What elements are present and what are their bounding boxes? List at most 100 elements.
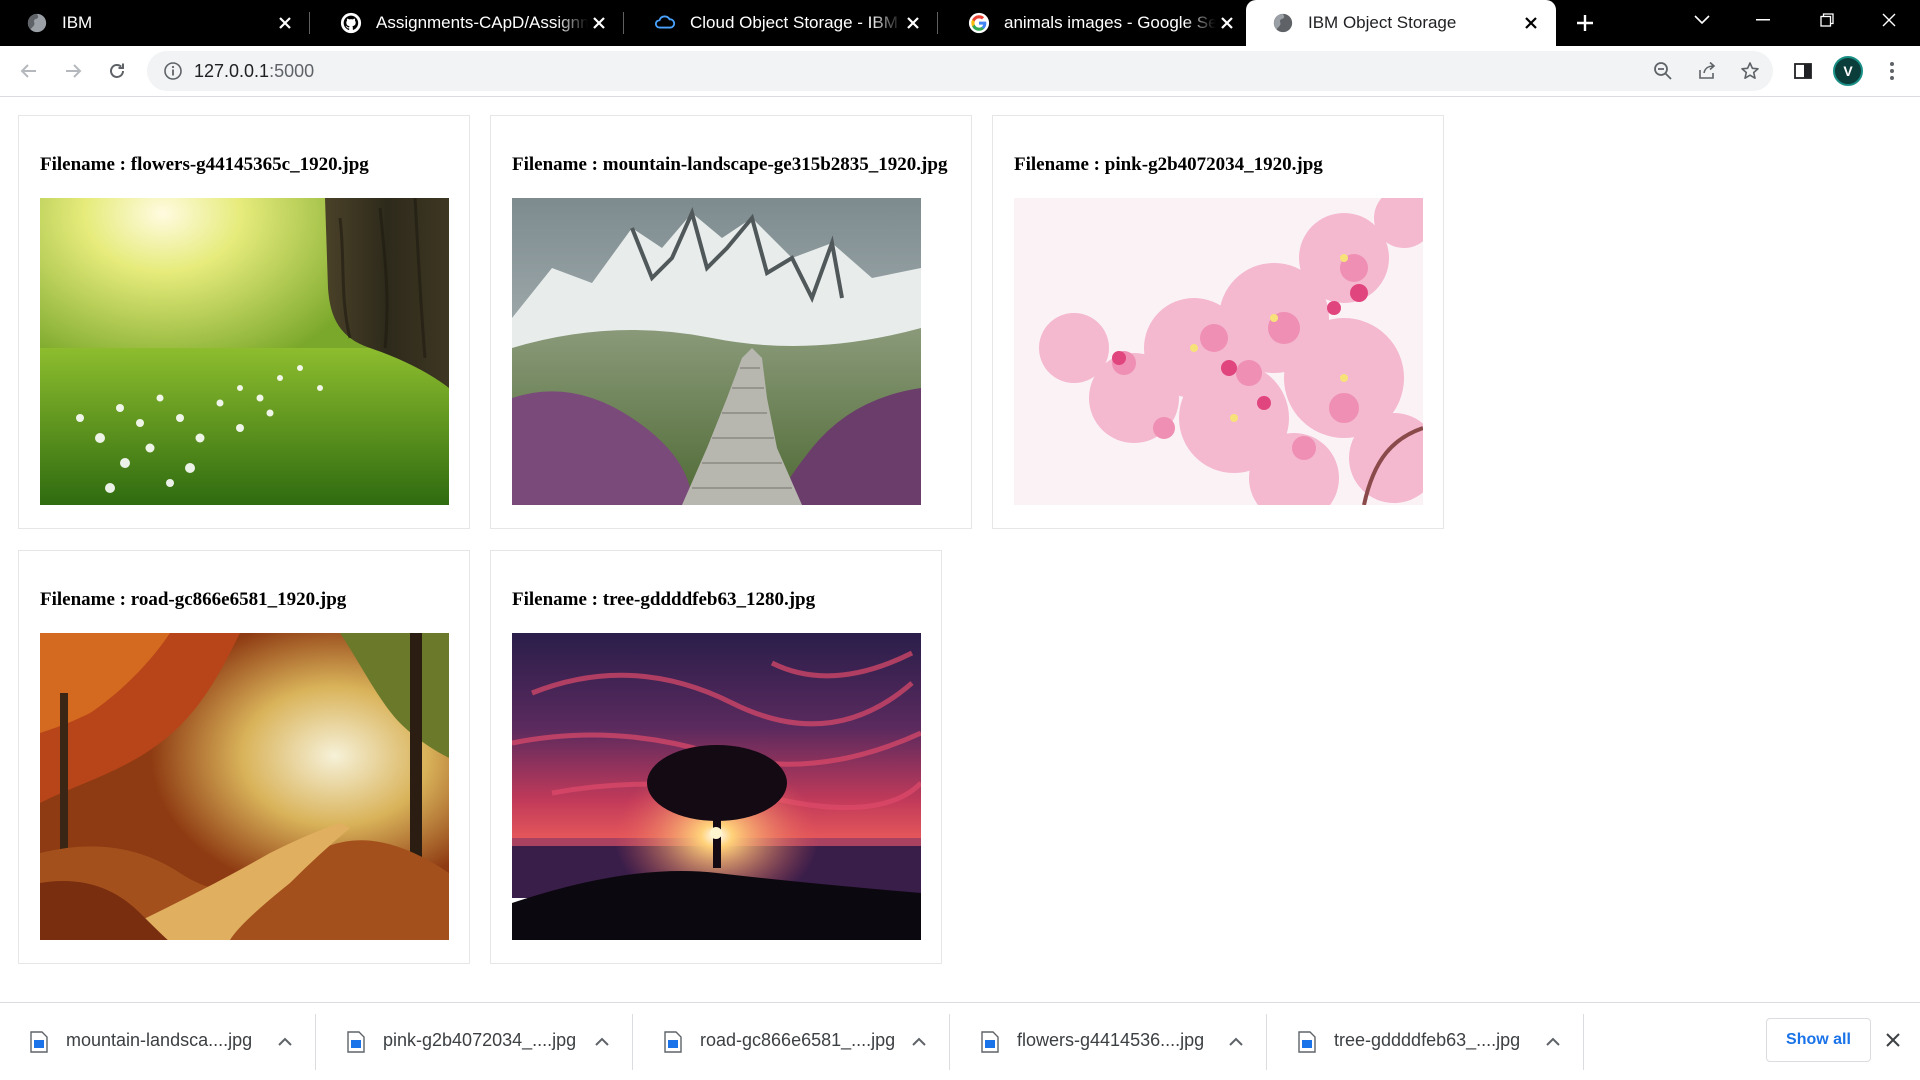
filename-value: pink-g2b4072034_1920.jpg [1104, 154, 1323, 175]
restore-button[interactable] [1797, 0, 1857, 40]
side-panel-button[interactable] [1788, 56, 1818, 86]
close-tab-icon[interactable] [274, 12, 296, 34]
image-card: Filename : mountain-landscape-ge315b2835… [490, 115, 972, 529]
close-icon [1886, 1033, 1900, 1047]
filename-prefix: Filename : [512, 589, 603, 610]
forward-button[interactable] [58, 56, 88, 86]
close-shelf-button[interactable] [1880, 1027, 1906, 1053]
arrow-left-icon [20, 64, 36, 78]
download-shelf: mountain-landsca....jpg pink-g2b4072034_… [0, 1002, 1920, 1080]
reload-icon [110, 63, 124, 78]
tab-search-button[interactable] [1672, 0, 1732, 40]
url-text: 127.0.0.1:5000 [194, 51, 314, 91]
download-filename: mountain-landsca....jpg [66, 1030, 253, 1050]
close-tab-icon[interactable] [1520, 12, 1542, 34]
filename-label: Filename : road-gc866e6581_1920.jpg [40, 589, 346, 611]
download-item[interactable]: mountain-landsca....jpg [0, 1012, 316, 1072]
avatar-letter-icon: V [1843, 63, 1853, 79]
image-card: Filename : road-gc866e6581_1920.jpg [18, 550, 470, 964]
download-separator [315, 1014, 316, 1070]
image-file-icon [30, 1031, 48, 1053]
tab-separator [309, 12, 310, 34]
close-tab-icon[interactable] [588, 12, 610, 34]
plus-icon [1577, 15, 1593, 31]
chevron-up-icon[interactable] [1542, 1030, 1564, 1052]
tab-title: animals images - Google Search [1004, 13, 1216, 32]
close-window-button[interactable] [1859, 0, 1919, 40]
tab-strip: IBM Assignments-CApD/Assignments Cloud O… [0, 0, 1920, 46]
download-filename: tree-gddddfeb63_....jpg [1334, 1030, 1521, 1050]
tab-ibm[interactable]: IBM [0, 0, 310, 46]
minimize-button[interactable] [1733, 0, 1793, 40]
image-pink-blossoms [1014, 198, 1423, 505]
arrow-right-icon [66, 64, 82, 78]
minimize-icon [1756, 19, 1770, 21]
browser-toolbar: 127.0.0.1:5000 V [0, 46, 1920, 97]
image-card: Filename : flowers-g44145365c_1920.jpg [18, 115, 470, 529]
show-all-downloads-button[interactable]: Show all [1766, 1018, 1871, 1062]
download-separator [1266, 1014, 1267, 1070]
kebab-menu-icon [1890, 62, 1894, 80]
download-item[interactable]: pink-g2b4072034_....jpg [317, 1012, 633, 1072]
github-icon [340, 12, 362, 34]
filename-value: tree-gddddfeb63_1280.jpg [602, 589, 816, 610]
side-panel-icon [1794, 63, 1812, 79]
tab-title: Cloud Object Storage - IBM Cloud [690, 13, 902, 32]
tab-cloud-object-storage[interactable]: Cloud Object Storage - IBM Cloud [628, 0, 938, 46]
tab-assignments[interactable]: Assignments-CApD/Assignments [314, 0, 624, 46]
image-autumn-road [40, 633, 449, 940]
chevron-up-icon[interactable] [274, 1030, 296, 1052]
filename-value: flowers-g44145365c_1920.jpg [130, 154, 369, 175]
image-file-icon [347, 1031, 365, 1053]
close-icon [1882, 13, 1896, 27]
share-icon[interactable] [1696, 60, 1718, 82]
download-separator [1583, 1014, 1584, 1070]
chevron-up-icon[interactable] [908, 1030, 930, 1052]
url-port: :5000 [269, 61, 315, 81]
image-card: Filename : pink-g2b4072034_1920.jpg [992, 115, 1444, 529]
globe-icon [1273, 13, 1293, 33]
image-file-icon [1298, 1031, 1316, 1053]
filename-prefix: Filename : [40, 154, 131, 175]
ibm-cloud-icon [654, 15, 676, 29]
tab-title: IBM [62, 13, 93, 32]
filename-value: road-gc866e6581_1920.jpg [130, 589, 347, 610]
close-tab-icon[interactable] [1216, 12, 1238, 34]
filename-label: Filename : pink-g2b4072034_1920.jpg [1014, 154, 1323, 176]
avatar[interactable]: V [1833, 56, 1863, 86]
download-separator [949, 1014, 950, 1070]
tab-ibm-object-storage[interactable]: IBM Object Storage [1246, 0, 1556, 46]
filename-value: mountain-landscape-ge315b2835_1920.jpg [602, 154, 948, 175]
image-file-icon [981, 1031, 999, 1053]
image-file-icon [664, 1031, 682, 1053]
chevron-up-icon[interactable] [591, 1030, 613, 1052]
download-filename: pink-g2b4072034_....jpg [383, 1030, 577, 1050]
info-icon[interactable] [163, 61, 183, 81]
menu-button[interactable] [1877, 56, 1907, 86]
image-tree-sunset [512, 633, 921, 940]
download-filename: flowers-g4414536....jpg [1017, 1030, 1205, 1050]
close-tab-icon[interactable] [902, 12, 924, 34]
google-icon [968, 12, 990, 34]
filename-prefix: Filename : [1014, 154, 1105, 175]
download-item[interactable]: road-gc866e6581_....jpg [634, 1012, 950, 1072]
download-item[interactable]: flowers-g4414536....jpg [951, 1012, 1267, 1072]
reload-button[interactable] [102, 56, 132, 86]
filename-prefix: Filename : [40, 589, 131, 610]
image-mountain-landscape [512, 198, 921, 505]
tab-google-search[interactable]: animals images - Google Search [942, 0, 1252, 46]
zoom-icon[interactable] [1652, 60, 1674, 82]
download-item[interactable]: tree-gddddfeb63_....jpg [1268, 1012, 1584, 1072]
chevron-up-icon[interactable] [1225, 1030, 1247, 1052]
address-bar[interactable]: 127.0.0.1:5000 [147, 51, 1773, 91]
restore-icon [1820, 13, 1834, 27]
new-tab-button[interactable] [1570, 8, 1600, 38]
image-flowers [40, 198, 449, 505]
globe-icon [27, 13, 47, 33]
image-card: Filename : tree-gddddfeb63_1280.jpg [490, 550, 942, 964]
star-icon[interactable] [1739, 60, 1761, 82]
filename-label: Filename : flowers-g44145365c_1920.jpg [40, 154, 369, 176]
tab-separator [937, 12, 938, 34]
back-button[interactable] [14, 56, 44, 86]
download-separator [632, 1014, 633, 1070]
